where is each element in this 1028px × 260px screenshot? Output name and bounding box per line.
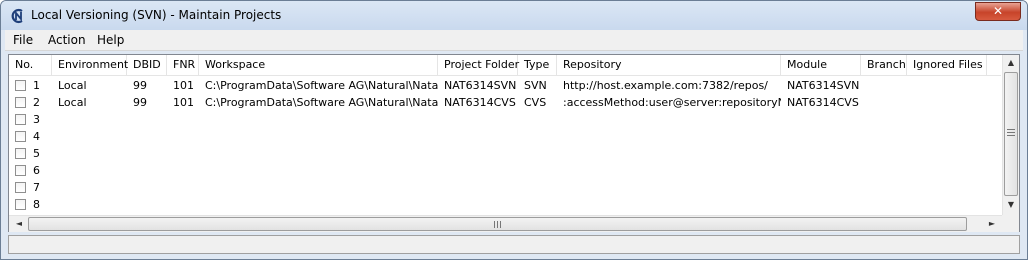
column-header-no[interactable]: No.	[9, 55, 52, 76]
table-row[interactable]: 3	[9, 111, 1001, 128]
cell-fnr: 101	[173, 96, 194, 109]
row-number: 5	[33, 147, 40, 160]
vertical-scroll-thumb[interactable]	[1004, 72, 1018, 196]
cell-type: SVN	[524, 79, 547, 92]
title-bar[interactable]: Local Versioning (SVN) - Maintain Projec…	[1, 1, 1027, 30]
row-checkbox[interactable]	[15, 199, 26, 210]
column-header-type[interactable]: Type	[518, 55, 557, 76]
table-row[interactable]: 2 Local 99 101 C:\ProgramData\Software A…	[9, 94, 1001, 111]
horizontal-scrollbar[interactable]: ◄ ►	[9, 215, 1002, 232]
menu-file[interactable]: File	[13, 33, 33, 47]
row-checkbox[interactable]	[15, 165, 26, 176]
window-title: Local Versioning (SVN) - Maintain Projec…	[31, 8, 282, 22]
column-header-workspace[interactable]: Workspace	[199, 55, 438, 76]
row-number: 4	[33, 130, 40, 143]
cell-module: NAT6314SVN	[787, 79, 860, 92]
table-header: No. Environment DBID FNR Workspace Proje…	[9, 55, 1001, 76]
grip-icon	[494, 221, 502, 228]
row-number: 1	[33, 79, 40, 92]
cell-environment: Local	[58, 96, 87, 109]
menu-bar: File Action Help	[5, 30, 1023, 51]
row-checkbox[interactable]	[15, 80, 26, 91]
close-icon: ✕	[992, 4, 1004, 18]
cell-workspace: C:\ProgramData\Software AG\Natural\Natap…	[205, 96, 438, 109]
projects-table: No. Environment DBID FNR Workspace Proje…	[8, 54, 1020, 232]
scroll-up-icon[interactable]: ▲	[1003, 58, 1019, 67]
menu-help[interactable]: Help	[97, 33, 124, 47]
cell-ignored-files	[907, 77, 987, 94]
column-header-module[interactable]: Module	[781, 55, 861, 76]
close-button[interactable]: ✕	[975, 2, 1021, 21]
row-checkbox[interactable]	[15, 114, 26, 125]
cell-dbid: 99	[133, 79, 147, 92]
cell-repository: :accessMethod:user@server:repositoryName	[563, 96, 781, 109]
table-row[interactable]: 7	[9, 179, 1001, 196]
menu-action[interactable]: Action	[48, 33, 86, 47]
column-header-dbid[interactable]: DBID	[127, 55, 167, 76]
table-row[interactable]: 8	[9, 196, 1001, 213]
row-number: 8	[33, 198, 40, 211]
row-checkbox[interactable]	[15, 182, 26, 193]
cell-ignored-files	[907, 94, 987, 111]
row-number: 6	[33, 164, 40, 177]
row-checkbox[interactable]	[15, 131, 26, 142]
status-bar	[8, 235, 1020, 254]
table-row[interactable]: 1 Local 99 101 C:\ProgramData\Software A…	[9, 77, 1001, 94]
vertical-scrollbar[interactable]: ▲ ▼	[1002, 55, 1019, 215]
cell-fnr: 101	[173, 79, 194, 92]
scroll-left-icon[interactable]: ◄	[11, 219, 27, 228]
app-window: Local Versioning (SVN) - Maintain Projec…	[0, 0, 1028, 260]
cell-type: CVS	[524, 96, 547, 109]
column-header-ignored-files[interactable]: Ignored Files	[907, 55, 987, 76]
grip-icon	[1007, 129, 1015, 136]
scrollbar-corner	[1002, 215, 1019, 232]
column-header-project-folder[interactable]: Project Folder	[438, 55, 519, 76]
table-row[interactable]: 5	[9, 145, 1001, 162]
column-header-branch[interactable]: Branch	[861, 55, 907, 76]
column-header-environment[interactable]: Environment	[52, 55, 128, 76]
horizontal-scroll-thumb[interactable]	[28, 217, 967, 231]
column-header-repository[interactable]: Repository	[557, 55, 781, 76]
cell-branch	[861, 77, 907, 94]
row-number: 7	[33, 181, 40, 194]
cell-project-folder: NAT6314SVN	[444, 79, 517, 92]
table-row[interactable]: 6	[9, 162, 1001, 179]
cell-project-folder: NAT6314CVS	[444, 96, 516, 109]
row-number: 3	[33, 113, 40, 126]
row-number: 2	[33, 96, 40, 109]
cell-branch	[861, 94, 907, 111]
cell-workspace: C:\ProgramData\Software AG\Natural\Natap…	[205, 79, 438, 92]
scroll-right-icon[interactable]: ►	[984, 219, 1000, 228]
cell-module: NAT6314CVS	[787, 96, 859, 109]
cell-environment: Local	[58, 79, 87, 92]
row-checkbox[interactable]	[15, 148, 26, 159]
cell-repository: http://host.example.com:7382/repos/	[563, 79, 768, 92]
column-header-fnr[interactable]: FNR	[167, 55, 199, 76]
app-logo-icon	[11, 8, 23, 24]
row-checkbox[interactable]	[15, 97, 26, 108]
table-row[interactable]: 4	[9, 128, 1001, 145]
scroll-down-icon[interactable]: ▼	[1003, 200, 1019, 209]
cell-dbid: 99	[133, 96, 147, 109]
